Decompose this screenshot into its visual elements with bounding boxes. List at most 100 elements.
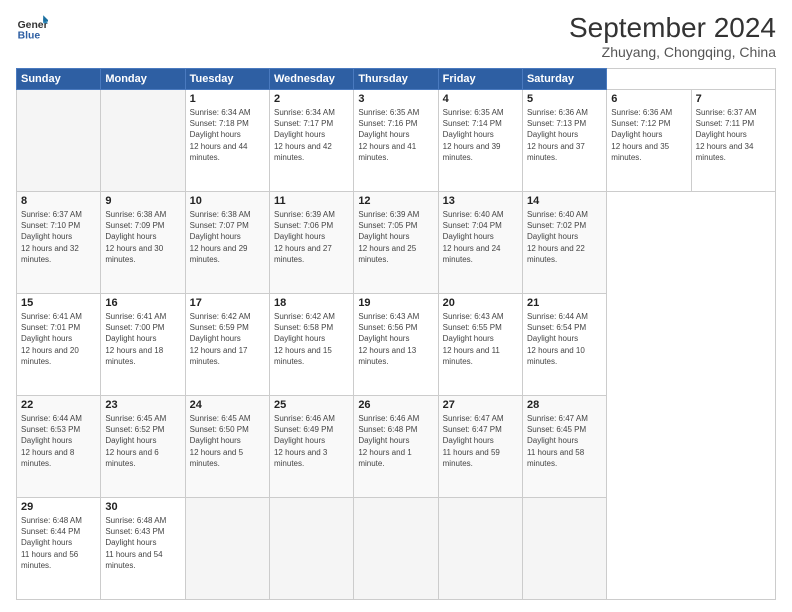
day-number: 2 <box>274 93 349 105</box>
day-info: Sunrise: 6:48 AMSunset: 6:43 PMDaylight … <box>105 515 180 571</box>
calendar-cell: 10Sunrise: 6:38 AMSunset: 7:07 PMDayligh… <box>185 192 269 294</box>
calendar-cell: 13Sunrise: 6:40 AMSunset: 7:04 PMDayligh… <box>438 192 522 294</box>
calendar-week-row: 29Sunrise: 6:48 AMSunset: 6:44 PMDayligh… <box>17 498 776 600</box>
day-number: 22 <box>21 399 96 411</box>
day-info: Sunrise: 6:39 AMSunset: 7:05 PMDaylight … <box>358 209 433 265</box>
day-number: 23 <box>105 399 180 411</box>
day-number: 4 <box>443 93 518 105</box>
calendar-table: SundayMondayTuesdayWednesdayThursdayFrid… <box>16 68 776 600</box>
day-info: Sunrise: 6:43 AMSunset: 6:56 PMDaylight … <box>358 311 433 367</box>
calendar-week-row: 22 Sunrise: 6:44 AMSunset: 6:53 PMDayligh… <box>17 396 776 498</box>
day-number: 9 <box>105 195 180 207</box>
calendar-cell: 3Sunrise: 6:35 AMSunset: 7:16 PMDaylight… <box>354 90 438 192</box>
calendar-cell: 9 Sunrise: 6:38 AMSunset: 7:09 PMDaylight… <box>101 192 185 294</box>
day-info: Sunrise: 6:46 AMSunset: 6:48 PMDaylight … <box>358 413 433 469</box>
calendar-cell: 12 Sunrise: 6:39 AMSunset: 7:05 PMDayligh… <box>354 192 438 294</box>
calendar-cell: 21 Sunrise: 6:44 AMSunset: 6:54 PMDayligh… <box>522 294 606 396</box>
weekday-header: Wednesday <box>269 69 353 90</box>
calendar-cell: 23 Sunrise: 6:45 AMSunset: 6:52 PMDayligh… <box>101 396 185 498</box>
header: General Blue September 2024 Zhuyang, Cho… <box>16 12 776 60</box>
weekday-header: Tuesday <box>185 69 269 90</box>
calendar-cell: 11Sunrise: 6:39 AMSunset: 7:06 PMDayligh… <box>269 192 353 294</box>
day-number: 20 <box>443 297 518 309</box>
calendar-cell <box>17 90 101 192</box>
calendar-cell: 20Sunrise: 6:43 AMSunset: 6:55 PMDayligh… <box>438 294 522 396</box>
day-number: 28 <box>527 399 602 411</box>
calendar-cell: 2Sunrise: 6:34 AMSunset: 7:17 PMDaylight… <box>269 90 353 192</box>
day-info: Sunrise: 6:45 AMSunset: 6:52 PMDaylight … <box>105 413 180 469</box>
calendar-week-row: 1 Sunrise: 6:34 AMSunset: 7:18 PMDaylight… <box>17 90 776 192</box>
day-info: Sunrise: 6:38 AMSunset: 7:09 PMDaylight … <box>105 209 180 265</box>
day-info: Sunrise: 6:40 AMSunset: 7:04 PMDaylight … <box>443 209 518 265</box>
day-info: Sunrise: 6:34 AMSunset: 7:18 PMDaylight … <box>190 107 265 163</box>
day-number: 6 <box>611 93 686 105</box>
day-number: 12 <box>358 195 433 207</box>
weekday-header: Saturday <box>522 69 606 90</box>
calendar-cell: 17Sunrise: 6:42 AMSunset: 6:59 PMDayligh… <box>185 294 269 396</box>
day-info: Sunrise: 6:44 AMSunset: 6:54 PMDaylight … <box>527 311 602 367</box>
weekday-header: Friday <box>438 69 522 90</box>
day-number: 16 <box>105 297 180 309</box>
location: Zhuyang, Chongqing, China <box>569 44 776 60</box>
calendar-cell: 28 Sunrise: 6:47 AMSunset: 6:45 PMDayligh… <box>522 396 606 498</box>
day-number: 26 <box>358 399 433 411</box>
calendar-week-row: 8 Sunrise: 6:37 AMSunset: 7:10 PMDaylight… <box>17 192 776 294</box>
day-info: Sunrise: 6:35 AMSunset: 7:14 PMDaylight … <box>443 107 518 163</box>
day-info: Sunrise: 6:36 AMSunset: 7:13 PMDaylight … <box>527 107 602 163</box>
calendar-cell <box>269 498 353 600</box>
day-info: Sunrise: 6:41 AMSunset: 7:00 PMDaylight … <box>105 311 180 367</box>
calendar-cell <box>438 498 522 600</box>
calendar-week-row: 15 Sunrise: 6:41 AMSunset: 7:01 PMDayligh… <box>17 294 776 396</box>
logo-icon: General Blue <box>16 12 48 44</box>
svg-text:Blue: Blue <box>18 30 41 41</box>
day-number: 19 <box>358 297 433 309</box>
day-number: 14 <box>527 195 602 207</box>
calendar-cell: 16 Sunrise: 6:41 AMSunset: 7:00 PMDayligh… <box>101 294 185 396</box>
calendar-page: General Blue September 2024 Zhuyang, Cho… <box>0 0 792 612</box>
calendar-cell: 29Sunrise: 6:48 AMSunset: 6:44 PMDayligh… <box>17 498 101 600</box>
day-number: 21 <box>527 297 602 309</box>
day-info: Sunrise: 6:46 AMSunset: 6:49 PMDaylight … <box>274 413 349 469</box>
day-number: 18 <box>274 297 349 309</box>
calendar-cell: 14 Sunrise: 6:40 AMSunset: 7:02 PMDayligh… <box>522 192 606 294</box>
title-block: September 2024 Zhuyang, Chongqing, China <box>569 12 776 60</box>
calendar-cell: 6 Sunrise: 6:36 AMSunset: 7:12 PMDaylight… <box>607 90 691 192</box>
calendar-cell: 7 Sunrise: 6:37 AMSunset: 7:11 PMDaylight… <box>691 90 775 192</box>
day-info: Sunrise: 6:37 AMSunset: 7:10 PMDaylight … <box>21 209 96 265</box>
day-info: Sunrise: 6:44 AMSunset: 6:53 PMDaylight … <box>21 413 96 469</box>
calendar-cell <box>354 498 438 600</box>
day-info: Sunrise: 6:45 AMSunset: 6:50 PMDaylight … <box>190 413 265 469</box>
calendar-cell: 26 Sunrise: 6:46 AMSunset: 6:48 PMDayligh… <box>354 396 438 498</box>
day-number: 3 <box>358 93 433 105</box>
day-info: Sunrise: 6:41 AMSunset: 7:01 PMDaylight … <box>21 311 96 367</box>
day-info: Sunrise: 6:47 AMSunset: 6:45 PMDaylight … <box>527 413 602 469</box>
calendar-cell: 22 Sunrise: 6:44 AMSunset: 6:53 PMDayligh… <box>17 396 101 498</box>
day-info: Sunrise: 6:42 AMSunset: 6:58 PMDaylight … <box>274 311 349 367</box>
day-number: 15 <box>21 297 96 309</box>
day-number: 17 <box>190 297 265 309</box>
day-info: Sunrise: 6:47 AMSunset: 6:47 PMDaylight … <box>443 413 518 469</box>
calendar-cell: 8 Sunrise: 6:37 AMSunset: 7:10 PMDaylight… <box>17 192 101 294</box>
calendar-cell: 15 Sunrise: 6:41 AMSunset: 7:01 PMDayligh… <box>17 294 101 396</box>
day-number: 1 <box>190 93 265 105</box>
weekday-header: Monday <box>101 69 185 90</box>
day-number: 5 <box>527 93 602 105</box>
calendar-cell: 19 Sunrise: 6:43 AMSunset: 6:56 PMDayligh… <box>354 294 438 396</box>
calendar-cell <box>522 498 606 600</box>
day-number: 11 <box>274 195 349 207</box>
weekday-header: Sunday <box>17 69 101 90</box>
calendar-cell: 18 Sunrise: 6:42 AMSunset: 6:58 PMDayligh… <box>269 294 353 396</box>
day-number: 30 <box>105 501 180 513</box>
calendar-cell: 1 Sunrise: 6:34 AMSunset: 7:18 PMDaylight… <box>185 90 269 192</box>
day-info: Sunrise: 6:36 AMSunset: 7:12 PMDaylight … <box>611 107 686 163</box>
logo: General Blue <box>16 12 48 44</box>
day-number: 24 <box>190 399 265 411</box>
calendar-cell: 24 Sunrise: 6:45 AMSunset: 6:50 PMDayligh… <box>185 396 269 498</box>
calendar-cell: 25Sunrise: 6:46 AMSunset: 6:49 PMDayligh… <box>269 396 353 498</box>
day-number: 7 <box>696 93 771 105</box>
day-info: Sunrise: 6:37 AMSunset: 7:11 PMDaylight … <box>696 107 771 163</box>
day-info: Sunrise: 6:40 AMSunset: 7:02 PMDaylight … <box>527 209 602 265</box>
calendar-cell: 30 Sunrise: 6:48 AMSunset: 6:43 PMDayligh… <box>101 498 185 600</box>
day-number: 8 <box>21 195 96 207</box>
calendar-cell <box>185 498 269 600</box>
